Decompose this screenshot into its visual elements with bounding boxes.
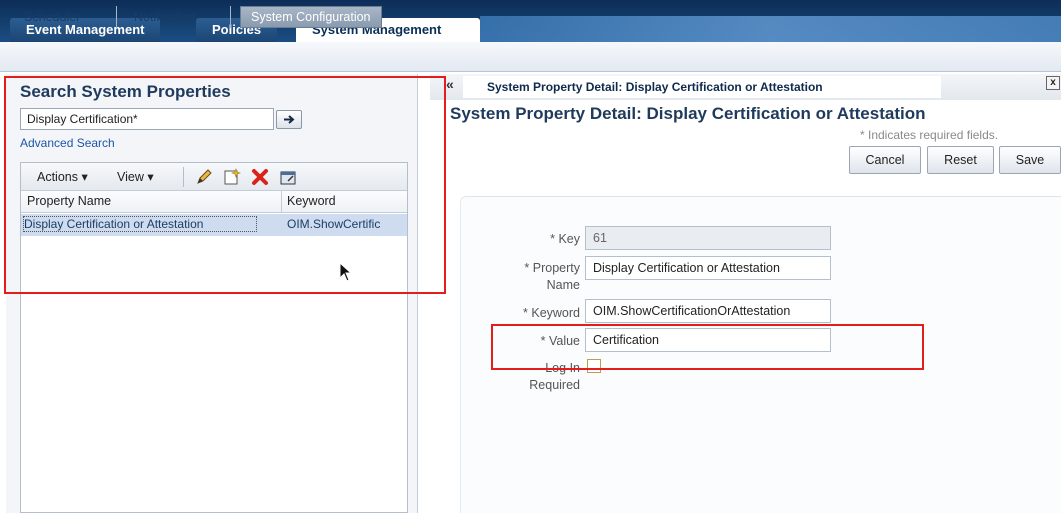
key-label-text: Key — [558, 232, 580, 246]
keyword-field[interactable]: OIM.ShowCertificationOrAttestation — [585, 299, 831, 323]
mouse-cursor-icon — [339, 262, 353, 282]
annotation-box-value — [491, 324, 924, 370]
save-button[interactable]: Save — [999, 146, 1061, 174]
required-mark: * — [550, 232, 555, 246]
subtab-scheduler[interactable]: Scheduler — [18, 7, 86, 27]
page-title: System Property Detail: Display Certific… — [450, 104, 926, 123]
login-required-label-line2: Required — [529, 378, 580, 392]
property-name-label-line2: Name — [546, 278, 580, 292]
reset-button[interactable]: Reset — [927, 146, 994, 174]
annotation-box-search — [4, 76, 446, 294]
required-mark: * — [523, 306, 528, 320]
tab-property-detail[interactable]: System Property Detail: Display Certific… — [463, 76, 941, 98]
header-shine — [480, 16, 1061, 44]
subtab-system-configuration[interactable]: System Configuration — [240, 6, 382, 28]
collapse-panel-icon[interactable]: « — [446, 76, 454, 92]
subtab-divider — [230, 6, 231, 28]
required-fields-note: * Indicates required fields. — [860, 128, 999, 142]
required-mark: * — [524, 261, 530, 275]
key-label: * Key — [480, 232, 580, 246]
property-name-field[interactable]: Display Certification or Attestation — [585, 256, 831, 280]
property-name-label: * Property Name — [480, 260, 580, 294]
keyword-label-text: Keyword — [531, 306, 580, 320]
subtab-notification[interactable]: Notification — [128, 7, 202, 27]
cancel-button[interactable]: Cancel — [849, 146, 921, 174]
property-name-label-line1: Property — [532, 261, 580, 275]
detail-tab-label: System Property Detail: Display Certific… — [487, 80, 823, 94]
close-tab-icon[interactable]: x — [1046, 76, 1060, 90]
sub-tab-bar — [0, 42, 1061, 72]
subtab-divider — [116, 6, 117, 28]
key-field: 61 — [585, 226, 831, 250]
keyword-label: * Keyword — [480, 306, 580, 320]
